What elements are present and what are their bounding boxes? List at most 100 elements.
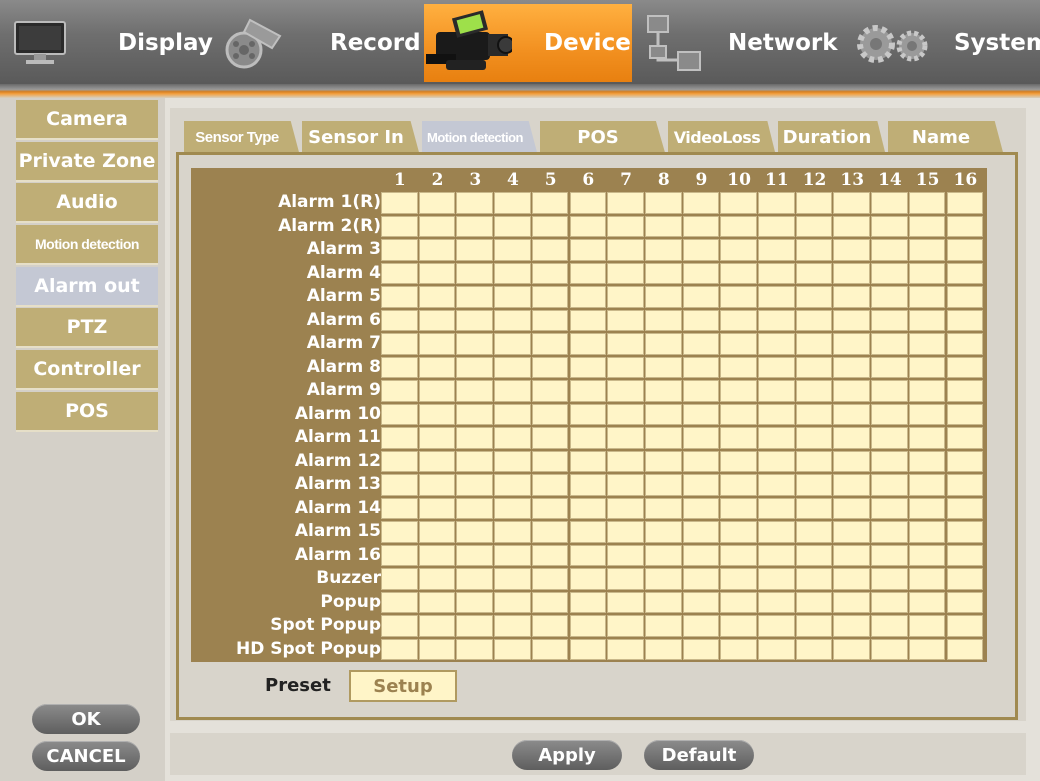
matrix-cell[interactable] [682, 615, 720, 637]
matrix-cell[interactable] [720, 638, 757, 660]
matrix-cell[interactable] [607, 356, 644, 378]
matrix-cell[interactable] [871, 474, 908, 496]
matrix-cell[interactable] [908, 450, 946, 472]
matrix-cell[interactable] [946, 380, 984, 402]
matrix-cell[interactable] [720, 615, 757, 637]
matrix-cell[interactable] [946, 215, 984, 237]
matrix-cell[interactable] [381, 192, 418, 214]
matrix-cell[interactable] [569, 615, 607, 637]
matrix-cell[interactable] [833, 192, 871, 214]
matrix-cell[interactable] [946, 262, 984, 284]
matrix-cell[interactable] [494, 192, 531, 214]
matrix-cell[interactable] [418, 615, 456, 637]
matrix-cell[interactable] [833, 286, 871, 308]
matrix-cell[interactable] [381, 427, 418, 449]
matrix-cell[interactable] [644, 286, 682, 308]
matrix-cell[interactable] [381, 474, 418, 496]
matrix-cell[interactable] [908, 638, 946, 660]
matrix-cell[interactable] [418, 286, 456, 308]
matrix-cell[interactable] [833, 356, 871, 378]
sidebar-item-alarm-out[interactable]: Alarm out [16, 267, 158, 307]
matrix-cell[interactable] [569, 544, 607, 566]
matrix-cell[interactable] [720, 427, 757, 449]
matrix-cell[interactable] [456, 286, 494, 308]
matrix-cell[interactable] [908, 427, 946, 449]
matrix-cell[interactable] [682, 568, 720, 590]
nav-display[interactable]: Display [0, 4, 213, 82]
matrix-cell[interactable] [682, 356, 720, 378]
matrix-cell[interactable] [720, 497, 757, 519]
matrix-cell[interactable] [494, 450, 531, 472]
matrix-cell[interactable] [381, 403, 418, 425]
matrix-cell[interactable] [456, 215, 494, 237]
matrix-cell[interactable] [494, 309, 531, 331]
matrix-cell[interactable] [607, 474, 644, 496]
matrix-cell[interactable] [946, 497, 984, 519]
matrix-cell[interactable] [531, 215, 569, 237]
matrix-cell[interactable] [908, 380, 946, 402]
matrix-cell[interactable] [644, 215, 682, 237]
matrix-cell[interactable] [871, 309, 908, 331]
matrix-cell[interactable] [531, 591, 569, 613]
matrix-cell[interactable] [720, 450, 757, 472]
matrix-cell[interactable] [607, 333, 644, 355]
matrix-cell[interactable] [569, 427, 607, 449]
matrix-cell[interactable] [456, 427, 494, 449]
matrix-cell[interactable] [795, 568, 833, 590]
tab-sensor-in[interactable]: Sensor In [302, 121, 420, 156]
matrix-cell[interactable] [418, 568, 456, 590]
matrix-cell[interactable] [494, 215, 531, 237]
matrix-cell[interactable] [381, 262, 418, 284]
matrix-cell[interactable] [456, 192, 494, 214]
matrix-cell[interactable] [456, 591, 494, 613]
matrix-cell[interactable] [531, 427, 569, 449]
matrix-cell[interactable] [833, 474, 871, 496]
matrix-cell[interactable] [494, 591, 531, 613]
matrix-cell[interactable] [569, 474, 607, 496]
matrix-cell[interactable] [946, 427, 984, 449]
matrix-cell[interactable] [833, 262, 871, 284]
apply-button[interactable]: Apply [512, 740, 622, 770]
matrix-cell[interactable] [946, 286, 984, 308]
tab-name[interactable]: Name [888, 121, 1004, 156]
matrix-cell[interactable] [569, 215, 607, 237]
matrix-cell[interactable] [607, 380, 644, 402]
matrix-cell[interactable] [908, 615, 946, 637]
sidebar-item-pos[interactable]: POS [16, 392, 158, 432]
matrix-cell[interactable] [795, 286, 833, 308]
matrix-cell[interactable] [871, 450, 908, 472]
matrix-cell[interactable] [418, 638, 456, 660]
matrix-cell[interactable] [795, 380, 833, 402]
matrix-cell[interactable] [494, 380, 531, 402]
matrix-cell[interactable] [418, 333, 456, 355]
matrix-cell[interactable] [531, 262, 569, 284]
matrix-cell[interactable] [644, 427, 682, 449]
matrix-cell[interactable] [607, 544, 644, 566]
matrix-cell[interactable] [758, 568, 795, 590]
matrix-cell[interactable] [644, 450, 682, 472]
matrix-cell[interactable] [494, 356, 531, 378]
matrix-cell[interactable] [908, 403, 946, 425]
matrix-cell[interactable] [644, 544, 682, 566]
matrix-cell[interactable] [381, 521, 418, 543]
matrix-cell[interactable] [531, 309, 569, 331]
matrix-cell[interactable] [758, 591, 795, 613]
matrix-cell[interactable] [833, 333, 871, 355]
matrix-cell[interactable] [456, 309, 494, 331]
matrix-cell[interactable] [720, 262, 757, 284]
matrix-cell[interactable] [682, 638, 720, 660]
matrix-cell[interactable] [531, 356, 569, 378]
matrix-cell[interactable] [381, 309, 418, 331]
matrix-cell[interactable] [795, 356, 833, 378]
nav-device[interactable]: Device [424, 4, 632, 82]
matrix-cell[interactable] [607, 521, 644, 543]
sidebar-item-controller[interactable]: Controller [16, 350, 158, 390]
matrix-cell[interactable] [758, 309, 795, 331]
matrix-cell[interactable] [682, 309, 720, 331]
matrix-cell[interactable] [644, 309, 682, 331]
matrix-cell[interactable] [871, 638, 908, 660]
matrix-cell[interactable] [682, 544, 720, 566]
matrix-cell[interactable] [569, 521, 607, 543]
matrix-cell[interactable] [644, 356, 682, 378]
preset-setup-button[interactable]: Setup [349, 670, 457, 702]
